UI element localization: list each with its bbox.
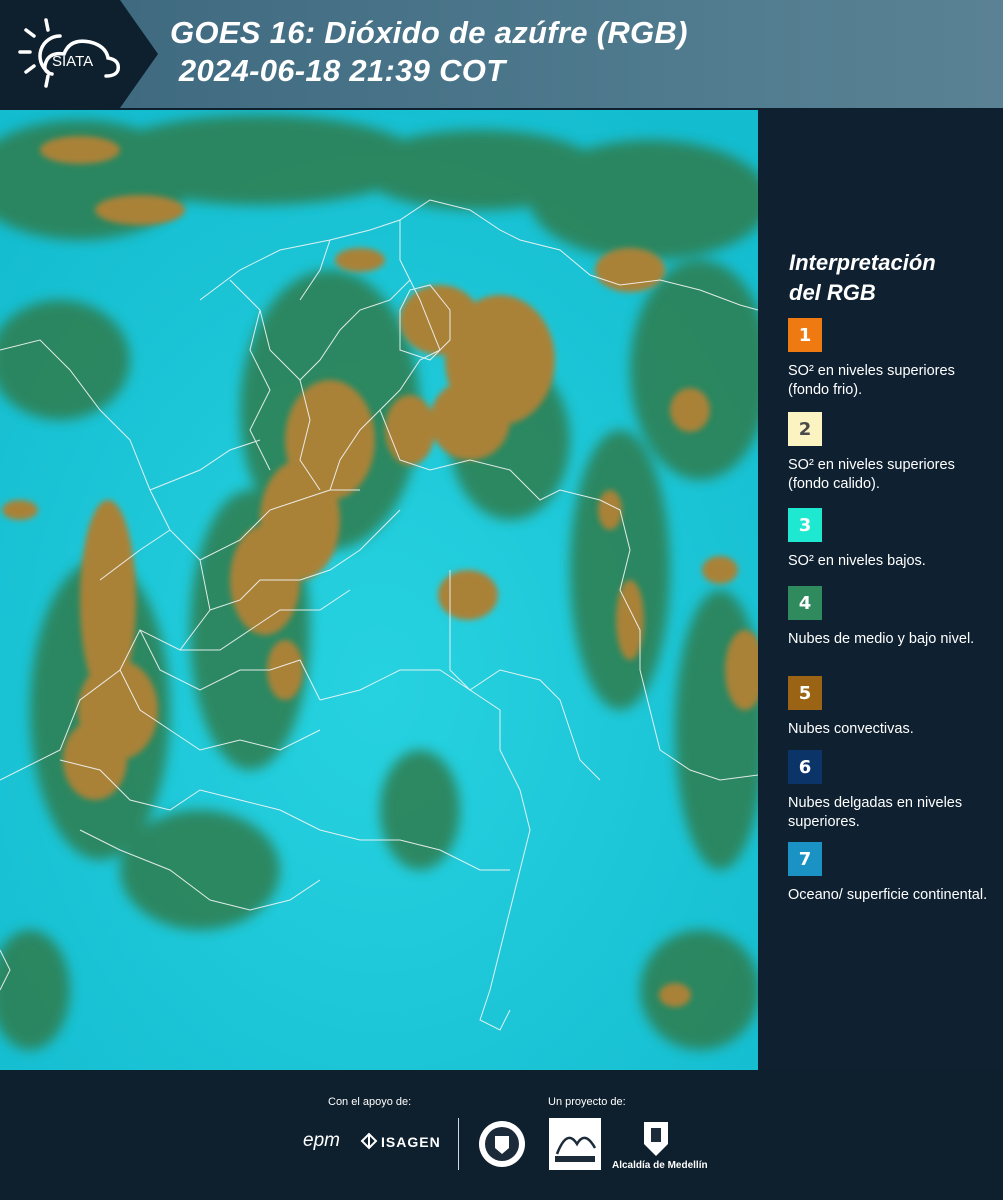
support-label: Con el apoyo de: (328, 1096, 412, 1108)
footer: Con el apoyo de: Un proyecto de: epm ISA… (0, 1070, 1003, 1200)
legend-panel: Interpretación del RGB 1 SO² en niveles s… (760, 110, 1003, 1070)
legend-label: Nubes delgadas en niveles superiores. (788, 795, 963, 830)
siata-logo-icon: SIATA (18, 18, 121, 88)
epm-logo: epm (303, 1130, 340, 1151)
legend-item-7: 7 Oceano/ superficie continental. (788, 842, 998, 905)
legend-label: SO² en niveles bajos. (788, 553, 926, 569)
legend-title: Interpretación del RGB (789, 248, 936, 308)
footer-separator (458, 1118, 459, 1170)
title-line-2: 2024-06-18 21:39 COT (170, 53, 506, 88)
legend-item-5: 5 Nubes convectivas. (788, 676, 998, 739)
legend-label: SO² en niveles superiores (fondo calido)… (788, 457, 955, 492)
satellite-image (0, 110, 758, 1070)
isagen-logo: ISAGEN (381, 1134, 441, 1150)
alcaldia-label: Alcaldía de Medellín (612, 1160, 708, 1171)
legend-item-1: 1 SO² en niveles superiores (fondo frio). (788, 318, 998, 400)
legend-label: Nubes de medio y bajo nivel. (788, 631, 975, 647)
alcaldia-shield-icon (642, 1120, 670, 1163)
legend-title-line-1: Interpretación (789, 250, 936, 275)
medellin-seal-icon (478, 1118, 526, 1175)
isagen-icon (360, 1132, 378, 1155)
legend-label: Oceano/ superficie continental. (788, 887, 988, 903)
legend-label: SO² en niveles superiores (fondo frio). (788, 363, 955, 398)
legend-item-6: 6 Nubes delgadas en niveles superiores. (788, 750, 998, 832)
legend-swatch: 4 (788, 586, 822, 620)
siata-logo: SIATA (14, 14, 126, 94)
header: SIATA GOES 16: Dióxido de azúfre (RGB) 2… (0, 0, 1003, 110)
legend-swatch: 6 (788, 750, 822, 784)
page-title: GOES 16: Dióxido de azúfre (RGB) 2024-06… (170, 14, 688, 90)
title-line-1: GOES 16: Dióxido de azúfre (RGB) (170, 15, 688, 50)
legend-item-3: 3 SO² en niveles bajos. (788, 508, 998, 571)
legend-item-2: 2 SO² en niveles superiores (fondo calido… (788, 412, 998, 494)
satellite-map (0, 110, 758, 1070)
legend-title-line-2: del RGB (789, 280, 876, 305)
logo-text: SIATA (52, 53, 93, 70)
area-metropolitana-logo (549, 1118, 601, 1170)
legend-swatch: 3 (788, 508, 822, 542)
legend-label: Nubes convectivas. (788, 721, 914, 737)
legend-swatch: 7 (788, 842, 822, 876)
legend-swatch: 5 (788, 676, 822, 710)
legend-swatch: 1 (788, 318, 822, 352)
legend-swatch: 2 (788, 412, 822, 446)
project-label: Un proyecto de: (548, 1096, 626, 1108)
legend-item-4: 4 Nubes de medio y bajo nivel. (788, 586, 998, 649)
